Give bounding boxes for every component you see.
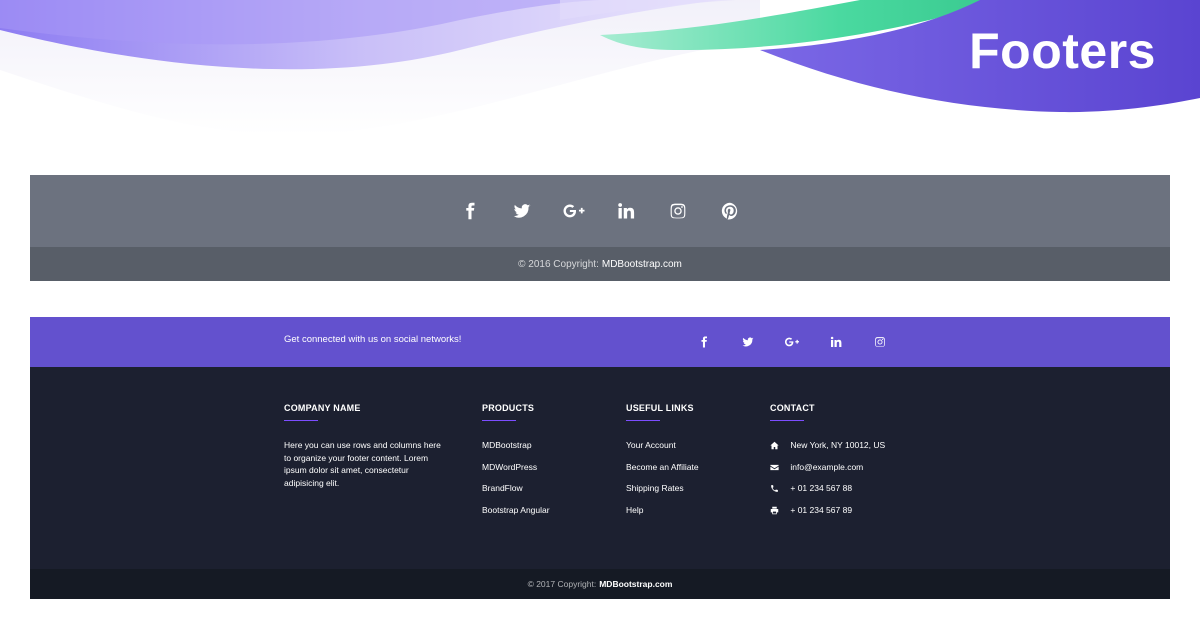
contact-phone-text: + 01 234 567 88 [790,483,853,493]
envelope-icon [770,463,780,472]
social-icons [682,332,902,352]
copyright-link[interactable]: MDBootstrap.com [599,579,672,589]
contact-fax: + 01 234 567 89 [770,504,885,526]
contact-fax-text: + 01 234 567 89 [790,504,853,515]
list-item: Help [626,504,699,526]
list-item: BrandFlow [482,482,550,504]
contact-heading: CONTACT [770,403,815,413]
contact-address: New York, NY 10012, US [770,439,885,461]
social-networks-bar: Get connected with us on social networks… [30,317,1170,367]
link-shipping-rates[interactable]: Shipping Rates [626,483,684,493]
list-item: MDWordPress [482,461,550,483]
footer-columns: COMPANY NAME Here you can use rows and c… [30,367,1170,569]
heading-divider [284,420,318,421]
facebook-icon[interactable] [682,332,726,352]
facebook-icon[interactable] [444,193,496,229]
list-item: Become an Affiliate [626,461,699,483]
link-help[interactable]: Help [626,505,643,515]
home-icon [770,441,780,450]
twitter-icon[interactable] [726,332,770,352]
social-icons-bar [30,175,1170,247]
google-plus-icon[interactable] [770,332,814,352]
twitter-icon[interactable] [496,193,548,229]
contact-email: info@example.com [770,461,885,483]
company-heading: COMPANY NAME [284,403,361,413]
page-title: Footers [969,23,1156,79]
product-link-bootstrap-angular[interactable]: Bootstrap Angular [482,505,550,515]
instagram-icon[interactable] [652,193,704,229]
social-tagline: Get connected with us on social networks… [284,334,462,345]
copyright-text: © 2017 Copyright: [527,579,597,589]
instagram-icon[interactable] [858,332,902,352]
list-item: Shipping Rates [626,482,699,504]
product-link-brandflow[interactable]: BrandFlow [482,483,523,493]
copyright-text: © 2016 Copyright: [518,258,599,270]
copyright-bar: © 2017 Copyright: MDBootstrap.com [30,569,1170,599]
link-your-account[interactable]: Your Account [626,440,676,450]
linkedin-icon[interactable] [600,193,652,229]
heading-divider [626,420,660,421]
heading-divider [770,420,804,421]
contact-email-text: info@example.com [790,461,864,472]
product-link-mdbootstrap[interactable]: MDBootstrap [482,440,532,450]
heading-divider [482,420,516,421]
print-icon [770,506,780,515]
footer-simple: © 2016 Copyright: MDBootstrap.com [30,175,1170,281]
footer-extended: Get connected with us on social networks… [30,317,1170,599]
pinterest-icon[interactable] [704,193,756,229]
useful-links-heading: USEFUL LINKS [626,403,694,413]
linkedin-icon[interactable] [814,332,858,352]
company-column: COMPANY NAME Here you can use rows and c… [284,403,444,489]
list-item: MDBootstrap [482,439,550,461]
useful-links-column: USEFUL LINKS Your Account Become an Affi… [626,403,699,525]
list-item: Your Account [626,439,699,461]
copyright-link[interactable]: MDBootstrap.com [602,259,682,270]
link-become-affiliate[interactable]: Become an Affiliate [626,462,699,472]
list-item: Bootstrap Angular [482,504,550,526]
products-column: PRODUCTS MDBootstrap MDWordPress BrandFl… [482,403,550,525]
contact-column: CONTACT New York, NY 10012, US info@exam… [770,403,885,525]
contact-address-text: New York, NY 10012, US [790,440,886,450]
product-link-mdwordpress[interactable]: MDWordPress [482,462,537,472]
copyright-bar: © 2016 Copyright: MDBootstrap.com [30,247,1170,281]
contact-phone: + 01 234 567 88 [770,482,885,504]
phone-icon [770,484,780,493]
products-heading: PRODUCTS [482,403,535,413]
company-description: Here you can use rows and columns here t… [284,440,441,488]
google-plus-icon[interactable] [548,193,600,229]
